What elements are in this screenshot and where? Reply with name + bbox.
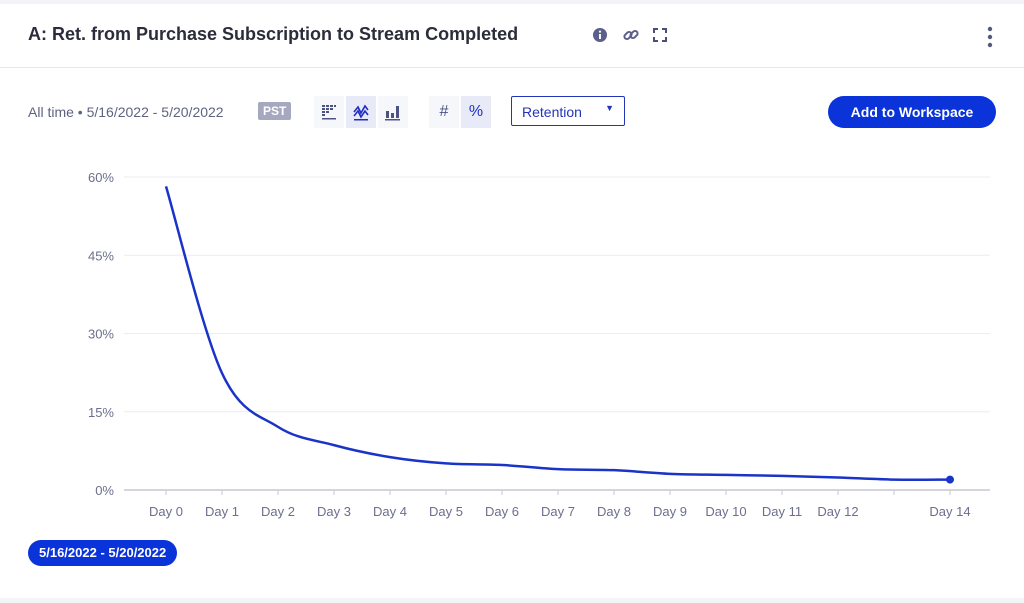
x-tick-label: Day 1: [205, 504, 239, 519]
x-tick-label: Day 3: [317, 504, 351, 519]
x-tick-label: Day 2: [261, 504, 295, 519]
x-tick-label: Day 8: [597, 504, 631, 519]
x-tick-label: Day 4: [373, 504, 407, 519]
y-tick-label: 60%: [88, 170, 114, 185]
retention-line-chart: 0% 15% 30% 45% 60% Day 0 Day 1 Day 2 Day 3 Day 4 D…: [88, 170, 990, 519]
x-tick-label: Day 9: [653, 504, 687, 519]
x-tick-label: Day 7: [541, 504, 575, 519]
x-tick-label: Day 14: [929, 504, 970, 519]
y-tick-label: 15%: [88, 405, 114, 420]
data-point-last: [946, 475, 954, 484]
x-tick-label: Day 0: [149, 504, 183, 519]
x-tick-label: Day 6: [485, 504, 519, 519]
y-tick-label: 0%: [95, 483, 114, 498]
legend-item-date-range[interactable]: 5/16/2022 - 5/20/2022: [28, 540, 178, 566]
y-tick-label: 45%: [88, 248, 114, 263]
x-tick-label: Day 12: [817, 504, 858, 519]
x-tick-label: Day 11: [762, 504, 802, 519]
x-tick-label: Day 10: [705, 504, 746, 519]
y-tick-label: 30%: [88, 327, 114, 342]
x-tick-label: Day 5: [429, 504, 463, 519]
